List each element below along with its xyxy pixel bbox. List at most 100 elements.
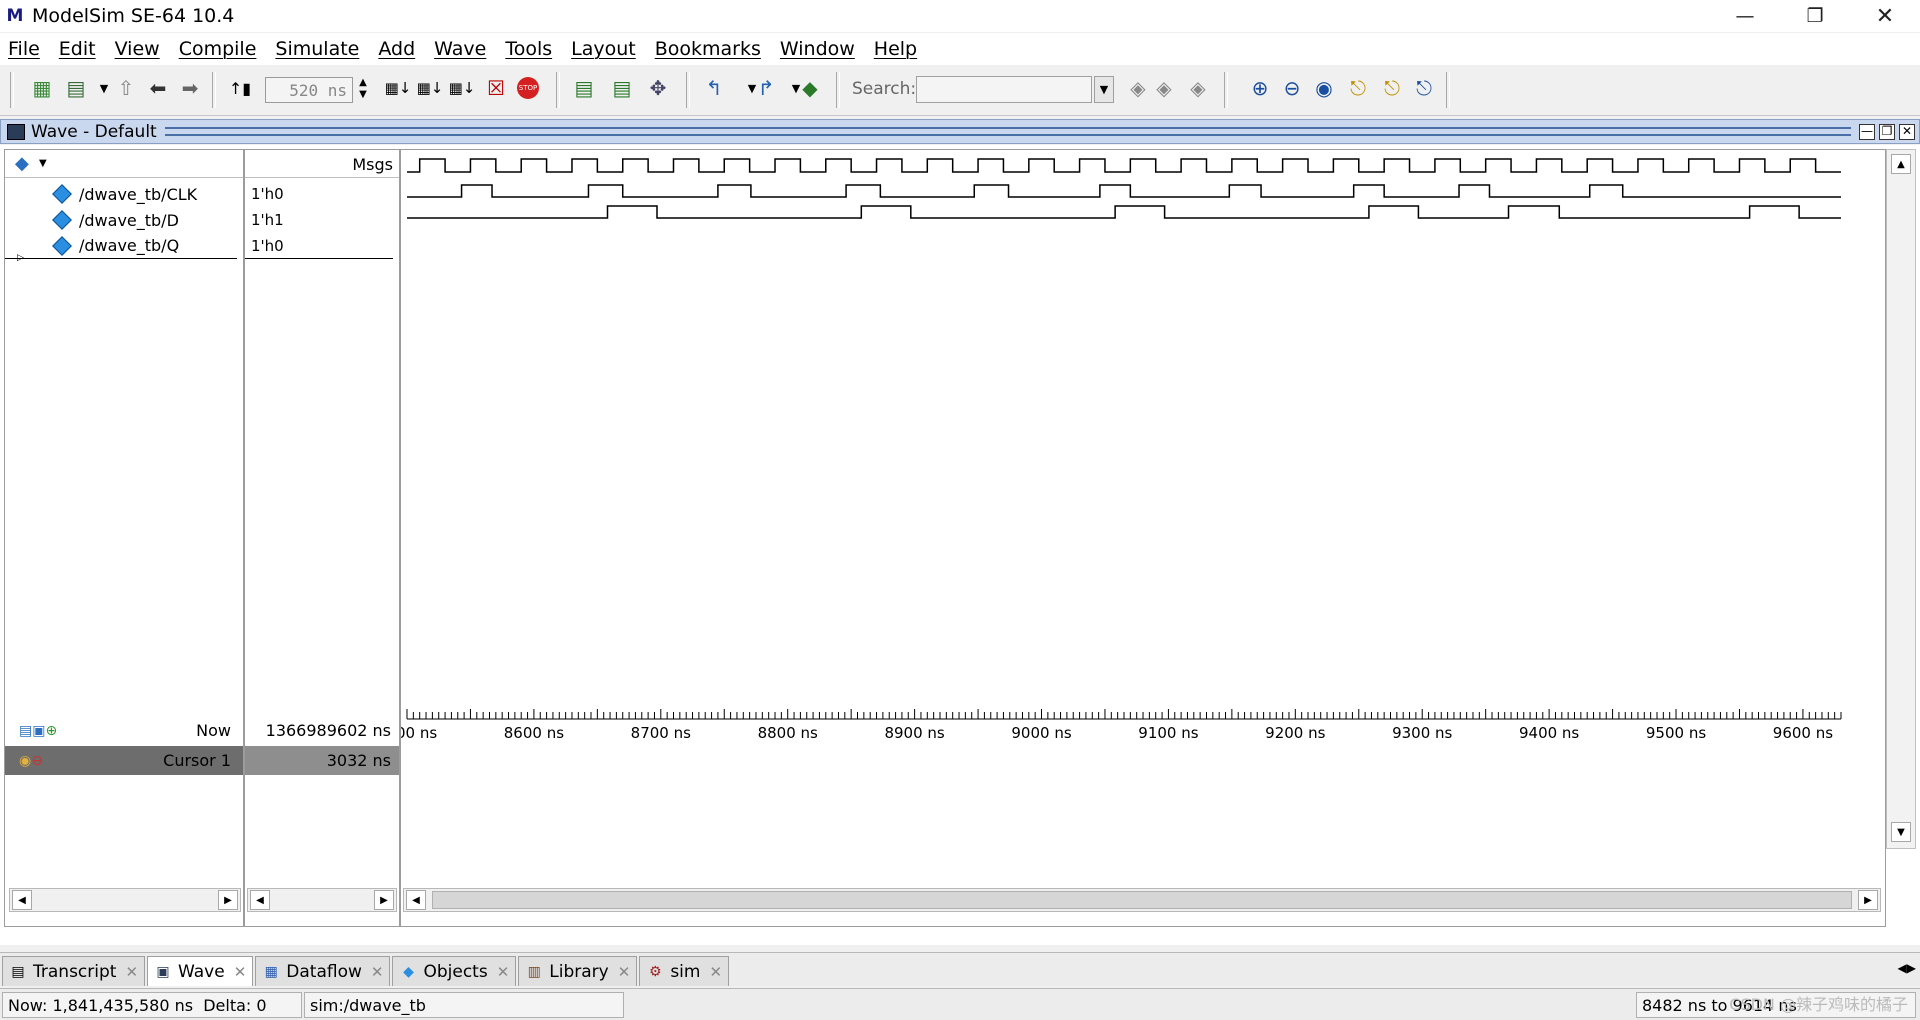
compile-icon[interactable]: ▦ (28, 74, 56, 102)
restore-button[interactable]: ❐ (1780, 0, 1850, 32)
menu-compile[interactable]: Compile (179, 38, 257, 60)
break-icon[interactable]: ☒ (482, 74, 510, 102)
tab-wave[interactable]: ▣ Wave ✕ (147, 956, 254, 986)
scroll-left-icon[interactable]: ◀ (250, 890, 270, 910)
menu-edit[interactable]: Edit (59, 38, 96, 60)
restart-icon[interactable]: ↑▮ (226, 74, 254, 102)
wave-window-header[interactable]: Wave - Default — ❐ ✕ (0, 119, 1920, 144)
transcript-icon: ▤ (11, 963, 25, 980)
menu-wave[interactable]: Wave (434, 38, 486, 60)
close-tab-icon[interactable]: ✕ (234, 963, 247, 981)
scroll-down-icon[interactable]: ▼ (1891, 822, 1911, 842)
waveform-canvas[interactable]: 8500 ns 8600 ns 8700 ns 8800 ns 8900 ns 9000 … (401, 150, 1885, 850)
menu-window[interactable]: Window (780, 38, 855, 60)
scroll-right-icon[interactable]: ▶ (374, 890, 394, 910)
continue-run-icon[interactable]: ▦↓ (416, 74, 444, 102)
search-dropdown-icon[interactable]: ▼ (1094, 76, 1114, 103)
toolbar-grip[interactable] (1446, 72, 1450, 108)
close-tab-icon[interactable]: ✕ (125, 963, 138, 981)
menu-simulate[interactable]: Simulate (275, 38, 359, 60)
zoom-in-icon[interactable]: ⊕ (1246, 74, 1274, 102)
menu-help[interactable]: Help (874, 38, 917, 60)
run-icon[interactable]: ▦↓ (384, 74, 412, 102)
search-signal-icon[interactable]: ◆ (796, 74, 824, 102)
scroll-right-icon[interactable]: ▶ (1858, 890, 1878, 910)
now-status-icons[interactable]: ▤▣⊕ (19, 723, 57, 739)
find-next-edge-icon[interactable]: ↱ (752, 74, 780, 102)
ruler-label: 8500 ns (401, 724, 437, 742)
menu-add[interactable]: Add (378, 38, 415, 60)
back-arrow-icon[interactable]: ⬅ (144, 74, 172, 102)
run-length-field[interactable]: 520 ns (265, 77, 353, 103)
zoom-cursor-icon[interactable]: ⎋ (1344, 74, 1372, 102)
run-all-icon[interactable]: ▦↓ (448, 74, 476, 102)
scroll-thumb[interactable] (432, 891, 1852, 909)
waveform-vscroll[interactable]: ▲ ▼ (1886, 149, 1916, 849)
search-forward-icon[interactable]: ◈ (1150, 74, 1178, 102)
scroll-up-icon[interactable]: ▲ (1891, 154, 1911, 174)
signal-row-d[interactable]: /dwave_tb/D (5, 207, 243, 233)
search-options-icon[interactable]: ◈ (1184, 74, 1212, 102)
close-button[interactable]: ✕ (1850, 0, 1920, 32)
compile-all-icon[interactable]: ▤ (62, 74, 90, 102)
menu-layout[interactable]: Layout (571, 38, 636, 60)
find-previous-edge-icon[interactable]: ↰ (700, 74, 728, 102)
toolbar-grip[interactable] (1224, 72, 1228, 108)
value-row-q[interactable]: 1'h0 (245, 233, 393, 259)
scroll-left-icon[interactable]: ◀ (12, 890, 32, 910)
toolbar-grip[interactable] (686, 72, 690, 108)
scroll-right-icon[interactable]: ▶ (218, 890, 238, 910)
value-row-clk[interactable]: 1'h0 (245, 181, 399, 207)
wave-tools-icon[interactable]: ◆ (15, 153, 29, 174)
value-row-d[interactable]: 1'h1 (245, 207, 399, 233)
scroll-left-icon[interactable]: ◀ (406, 890, 426, 910)
run-length-spinner[interactable]: ▲ ▼ (356, 77, 370, 103)
name-pane-hscroll[interactable]: ◀ ▶ (9, 888, 241, 912)
signal-icon (52, 184, 72, 204)
cursor-lock-icon[interactable]: ◉⊖ (19, 753, 43, 769)
search-backward-icon[interactable]: ◈ (1124, 74, 1152, 102)
waveform-hscroll[interactable]: ◀ ▶ (403, 888, 1881, 912)
menu-tools[interactable]: Tools (505, 38, 552, 60)
toolbar-grip[interactable] (556, 72, 560, 108)
close-tab-icon[interactable]: ✕ (618, 963, 631, 981)
tab-scroll-arrows-icon[interactable]: ◀▶ (1898, 961, 1916, 975)
toolbar-grip[interactable] (836, 72, 840, 108)
waveform-pane[interactable]: 8500 ns 8600 ns 8700 ns 8800 ns 8900 ns 9000 … (400, 149, 1886, 927)
tab-library[interactable]: ▥ Library ✕ (518, 956, 638, 986)
zoom-between-cursors-icon[interactable]: ⎋ (1378, 74, 1406, 102)
close-tab-icon[interactable]: ✕ (371, 963, 384, 981)
menu-view[interactable]: View (115, 38, 160, 60)
close-tab-icon[interactable]: ✕ (709, 963, 722, 981)
tab-objects[interactable]: ◆ Objects ✕ (392, 956, 517, 986)
value-pane-hscroll[interactable]: ◀ ▶ (247, 888, 397, 912)
minimize-pane-icon[interactable]: — (1859, 123, 1875, 140)
tab-dataflow[interactable]: ▦ Dataflow ✕ (255, 956, 391, 986)
up-arrow-icon[interactable]: ⇧ (112, 74, 140, 102)
step-icon[interactable]: ▤ (570, 74, 598, 102)
cursor-row[interactable]: ◉⊖ Cursor 1 (5, 746, 243, 775)
search-input[interactable] (916, 76, 1092, 103)
dropdown-arrow-icon[interactable]: ▼ (39, 158, 47, 169)
zoom-out-icon[interactable]: ⊖ (1278, 74, 1306, 102)
minimize-button[interactable]: — (1710, 0, 1780, 32)
close-pane-icon[interactable]: ✕ (1899, 123, 1915, 140)
menu-bookmarks[interactable]: Bookmarks (655, 38, 761, 60)
header-drag-stripe[interactable] (164, 127, 1851, 136)
zoom-full-icon[interactable]: ◉ (1310, 74, 1338, 102)
signal-row-clk[interactable]: /dwave_tb/CLK (5, 181, 243, 207)
toolbar-grip[interactable] (10, 72, 14, 108)
step-over-icon[interactable]: ▤ (608, 74, 636, 102)
menu-file[interactable]: File (8, 38, 40, 60)
close-tab-icon[interactable]: ✕ (497, 963, 510, 981)
stop-icon[interactable]: STOP (514, 74, 542, 102)
signal-row-q[interactable]: /dwave_tb/Q (5, 233, 237, 259)
tab-transcript[interactable]: ▤ Transcript ✕ (2, 956, 146, 986)
tab-sim[interactable]: ⚙ sim ✕ (639, 956, 730, 986)
forward-arrow-icon[interactable]: ➡ (176, 74, 204, 102)
toolbar-grip[interactable] (212, 72, 216, 108)
undock-pane-icon[interactable]: ❐ (1879, 123, 1895, 140)
zoom-last-icon[interactable]: ⎋ (1410, 74, 1438, 102)
step-out-icon[interactable]: ✥ (644, 74, 672, 102)
cursor-value-row[interactable]: 3032 ns (245, 746, 399, 775)
